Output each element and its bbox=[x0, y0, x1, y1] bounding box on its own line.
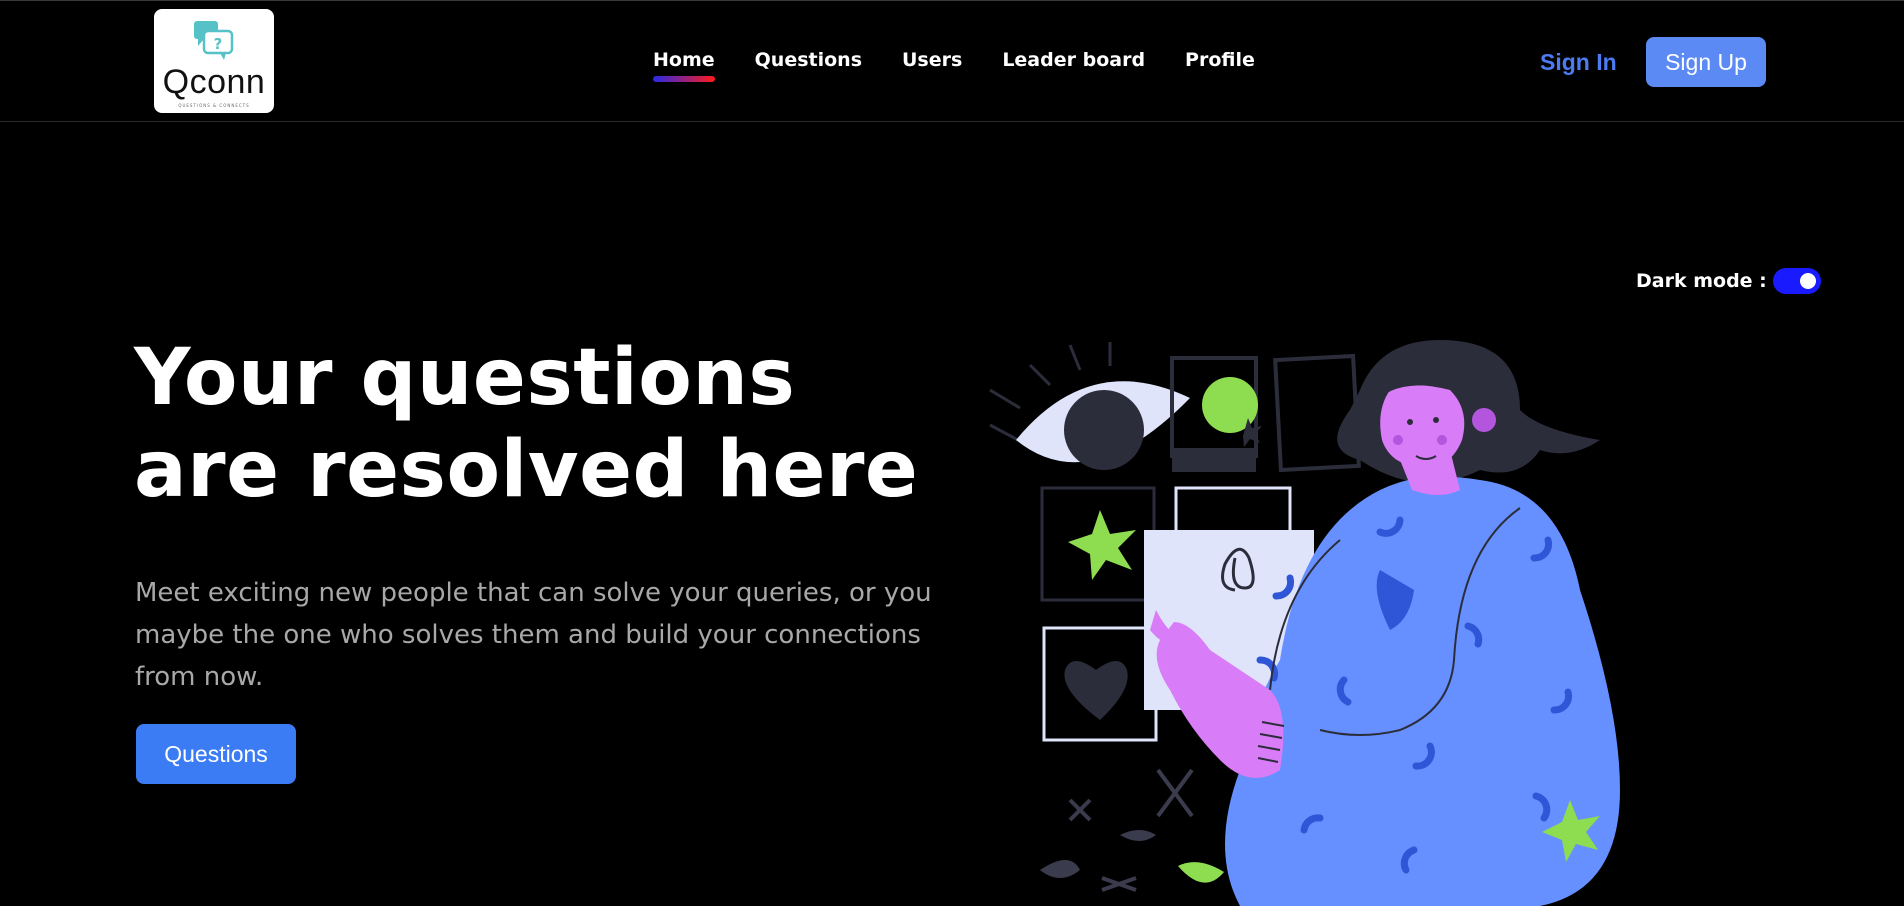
sign-up-button[interactable]: Sign Up bbox=[1646, 37, 1766, 87]
hero-title: Your questions are resolved here bbox=[134, 332, 954, 516]
nav-users[interactable]: Users bbox=[902, 49, 962, 71]
hero-subtitle: Meet exciting new people that can solve … bbox=[135, 578, 932, 692]
nav-questions[interactable]: Questions bbox=[755, 49, 862, 71]
woman-pointing-illustration bbox=[989, 340, 1620, 906]
top-navbar: ? Qconn QUESTIONS & CONNECTS Home Questi… bbox=[0, 0, 1904, 122]
dark-mode-control: Dark mode : bbox=[1636, 268, 1821, 294]
dark-mode-label: Dark mode : bbox=[1636, 270, 1767, 292]
nav-home[interactable]: Home bbox=[653, 49, 715, 82]
questions-button[interactable]: Questions bbox=[136, 724, 296, 784]
chat-question-icon: ? bbox=[194, 21, 234, 60]
logo-text: Qconn bbox=[162, 63, 266, 101]
dark-mode-toggle[interactable] bbox=[1772, 268, 1821, 294]
logo[interactable]: ? Qconn QUESTIONS & CONNECTS bbox=[154, 9, 274, 113]
main-nav: Home Questions Users Leader board Profil… bbox=[653, 49, 1255, 82]
sign-in-link[interactable]: Sign In bbox=[1540, 49, 1617, 76]
toggle-knob bbox=[1799, 273, 1816, 289]
hero-title-line1: Your questions bbox=[134, 333, 796, 423]
nav-profile[interactable]: Profile bbox=[1185, 49, 1255, 71]
svg-text:?: ? bbox=[214, 35, 223, 53]
hero-title-line2: are resolved here bbox=[134, 425, 919, 515]
eye-icon bbox=[989, 342, 1190, 470]
nav-leader-board[interactable]: Leader board bbox=[1002, 49, 1145, 71]
logo-tagline: QUESTIONS & CONNECTS bbox=[178, 103, 250, 108]
